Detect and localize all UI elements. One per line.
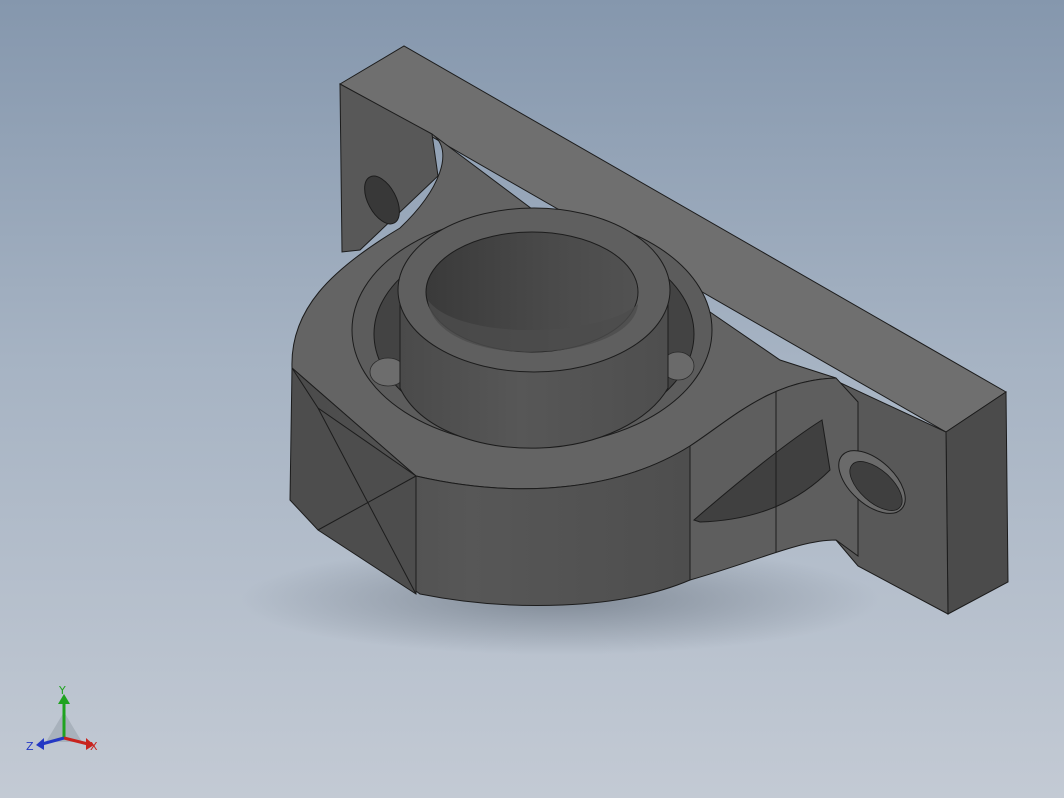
pillow-block-model[interactable] <box>0 0 1064 798</box>
orientation-triad[interactable]: Y X Z <box>22 682 112 762</box>
base-plate-end-face[interactable] <box>945 391 1009 615</box>
graphics-viewport[interactable]: Y X Z <box>0 0 1064 798</box>
triad-z-arrow <box>36 738 44 750</box>
triad-z-label: Z <box>26 740 34 753</box>
triad-y-label: Y <box>58 684 66 697</box>
triad-x-label: X <box>90 740 98 753</box>
